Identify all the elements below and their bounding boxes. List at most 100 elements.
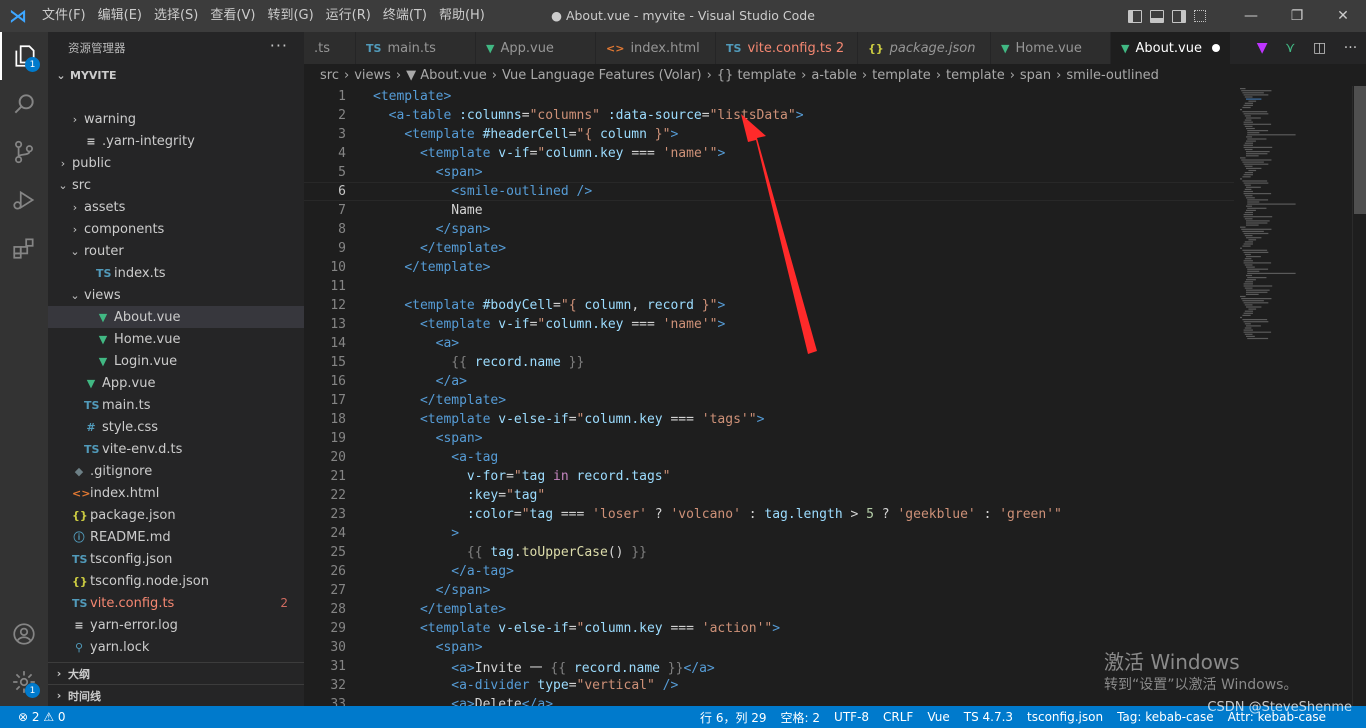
scrollbar-thumb[interactable] bbox=[1354, 86, 1366, 214]
customize-layout-icon[interactable] bbox=[1194, 10, 1206, 22]
menu-item[interactable]: 编辑(E) bbox=[92, 0, 148, 32]
status-item[interactable]: TS 4.7.3 bbox=[964, 710, 1013, 724]
status-item[interactable]: UTF-8 bbox=[834, 710, 869, 724]
tree-item-assets[interactable]: › assets bbox=[48, 196, 304, 218]
menu-item[interactable]: 帮助(H) bbox=[433, 0, 491, 32]
breadcrumb-item[interactable]: a-table bbox=[811, 68, 857, 83]
more-actions-icon[interactable]: ··· bbox=[270, 36, 288, 55]
breadcrumb-item[interactable]: smile-outlined bbox=[1066, 68, 1159, 83]
breadcrumb-item[interactable]: src bbox=[320, 68, 339, 83]
editor-tab[interactable]: TS main.ts bbox=[356, 32, 476, 64]
tree-item-src[interactable]: ⌄ src bbox=[48, 174, 304, 196]
toggle-sidebar-icon[interactable] bbox=[1128, 9, 1142, 23]
tree-item-vite-config-ts[interactable]: TS vite.config.ts 2 bbox=[48, 592, 304, 614]
status-item[interactable]: Vue bbox=[927, 710, 949, 724]
panel-header[interactable]: › 大纲 bbox=[48, 662, 304, 684]
tree-item-yarn-error-log[interactable]: ≡ yarn-error.log bbox=[48, 614, 304, 636]
tree-item-label: yarn-error.log bbox=[90, 617, 178, 633]
vue-preview-icon[interactable]: ⋎ bbox=[1285, 40, 1295, 56]
code-token: }} bbox=[560, 355, 585, 370]
breadcrumb-item[interactable]: ▼ About.vue bbox=[406, 68, 487, 83]
tree-item-public[interactable]: › public bbox=[48, 152, 304, 174]
editor-tab[interactable]: ▼ Home.vue bbox=[991, 32, 1111, 64]
tree-item-index-ts[interactable]: TS index.ts bbox=[48, 262, 304, 284]
tree-item-components[interactable]: › components bbox=[48, 218, 304, 240]
account-icon[interactable] bbox=[0, 610, 48, 658]
line-number: 8 bbox=[338, 222, 346, 237]
tree-item-tsconfig-json[interactable]: TS tsconfig.json bbox=[48, 548, 304, 570]
tree-item-vite-env-d-ts[interactable]: TS vite-env.d.ts bbox=[48, 438, 304, 460]
split-editor-icon[interactable]: ◫ bbox=[1313, 40, 1326, 56]
code-token: </a> bbox=[521, 697, 554, 706]
toggle-panel-icon[interactable] bbox=[1150, 9, 1164, 23]
menu-item[interactable]: 文件(F) bbox=[36, 0, 92, 32]
chevron-right-icon: › bbox=[1056, 67, 1062, 83]
editor-tab[interactable]: ▼ App.vue bbox=[476, 32, 596, 64]
vite-icon[interactable]: ▼ bbox=[1257, 40, 1268, 56]
breadcrumb-item[interactable]: template bbox=[872, 68, 931, 83]
extensions-icon[interactable] bbox=[0, 224, 48, 272]
source-control-icon[interactable] bbox=[0, 128, 48, 176]
menu-item[interactable]: 转到(G) bbox=[261, 0, 319, 32]
breadcrumb-item[interactable]: {} template bbox=[717, 68, 796, 83]
minimap-line bbox=[1246, 224, 1259, 226]
breadcrumb-item[interactable]: span bbox=[1020, 68, 1051, 83]
menu-item[interactable]: 选择(S) bbox=[148, 0, 204, 32]
code-text: <template #headerCell="{ column }"> bbox=[373, 127, 678, 142]
tree-item-home-vue[interactable]: ▼ Home.vue bbox=[48, 328, 304, 350]
tree-item--yarn-integrity[interactable]: ≡ .yarn-integrity bbox=[48, 130, 304, 152]
breadcrumb-item[interactable]: views bbox=[354, 68, 391, 83]
status-item[interactable]: 行 6，列 29 bbox=[700, 709, 767, 726]
status-item[interactable]: CRLF bbox=[883, 710, 913, 724]
breadcrumb-item[interactable]: template bbox=[946, 68, 1005, 83]
tree-item-readme-md[interactable]: ⓘ README.md bbox=[48, 526, 304, 548]
tree-item-package-json[interactable]: {} package.json bbox=[48, 504, 304, 526]
code-token: > bbox=[795, 108, 804, 123]
status-item[interactable]: tsconfig.json bbox=[1027, 710, 1103, 724]
project-header[interactable]: ⌄ MYVITE bbox=[48, 64, 304, 86]
status-item[interactable]: Attr: kebab-case bbox=[1228, 710, 1326, 724]
tree-item--gitignore[interactable]: ◆ .gitignore bbox=[48, 460, 304, 482]
tree-item-app-vue[interactable]: ▼ App.vue bbox=[48, 372, 304, 394]
more-actions-icon[interactable]: ··· bbox=[1344, 40, 1357, 56]
run-debug-icon[interactable] bbox=[0, 176, 48, 224]
minimize-button[interactable]: — bbox=[1228, 0, 1274, 32]
code-token: </template> bbox=[419, 393, 507, 408]
tree-item-yarn-lock[interactable]: ⚲ yarn.lock bbox=[48, 636, 304, 658]
editor-tab[interactable]: TS vite.config.ts 2 bbox=[716, 32, 858, 64]
tree-item-views[interactable]: ⌄ views bbox=[48, 284, 304, 306]
panel-header[interactable]: › 时间线 bbox=[48, 684, 304, 706]
editor-tab[interactable]: ▼ About.vue bbox=[1111, 32, 1231, 64]
close-button[interactable]: ✕ bbox=[1320, 0, 1366, 32]
status-item[interactable]: Tag: kebab-case bbox=[1117, 710, 1214, 724]
editor-tab[interactable]: {} package.json bbox=[858, 32, 991, 64]
toggle-secondary-sidebar-icon[interactable] bbox=[1172, 9, 1186, 23]
menu-item[interactable]: 终端(T) bbox=[377, 0, 433, 32]
tree-item-about-vue[interactable]: ▼ About.vue bbox=[48, 306, 304, 328]
editor-tab[interactable]: .ts bbox=[304, 32, 356, 64]
tree-item-login-vue[interactable]: ▼ Login.vue bbox=[48, 350, 304, 372]
editor-actions: ▼ ⋎ ◫ ··· bbox=[1248, 32, 1366, 64]
tree-item-warning[interactable]: › warning bbox=[48, 108, 304, 130]
code-token: }" bbox=[693, 298, 718, 313]
tree-item-tsconfig-node-json[interactable]: {} tsconfig.node.json bbox=[48, 570, 304, 592]
editor-scrollbar[interactable] bbox=[1352, 86, 1366, 706]
status-item[interactable]: 空格: 2 bbox=[781, 709, 821, 726]
tree-item-index-html[interactable]: <> index.html bbox=[48, 482, 304, 504]
tree-item-main-ts[interactable]: TS main.ts bbox=[48, 394, 304, 416]
menu-item[interactable]: 查看(V) bbox=[204, 0, 261, 32]
search-icon[interactable] bbox=[0, 80, 48, 128]
tree-item-style-css[interactable]: # style.css bbox=[48, 416, 304, 438]
menu-item[interactable]: 运行(R) bbox=[320, 0, 377, 32]
tree-item-router[interactable]: ⌄ router bbox=[48, 240, 304, 262]
editor-tab[interactable]: <> index.html bbox=[596, 32, 716, 64]
code-token: :key bbox=[466, 488, 499, 503]
restore-button[interactable]: ❐ bbox=[1274, 0, 1320, 32]
minimap[interactable] bbox=[1234, 86, 1334, 706]
problems-indicator[interactable]: ⊗ 2 ⚠ 0 bbox=[0, 710, 66, 724]
code-editor[interactable]: 1 <template> 2 <a-table :columns="columns"… bbox=[304, 86, 1366, 706]
explorer-icon[interactable]: 1 bbox=[0, 32, 48, 80]
settings-gear-icon[interactable]: 1 bbox=[0, 658, 48, 706]
breadcrumb-item[interactable]: Vue Language Features (Volar) bbox=[502, 68, 702, 83]
